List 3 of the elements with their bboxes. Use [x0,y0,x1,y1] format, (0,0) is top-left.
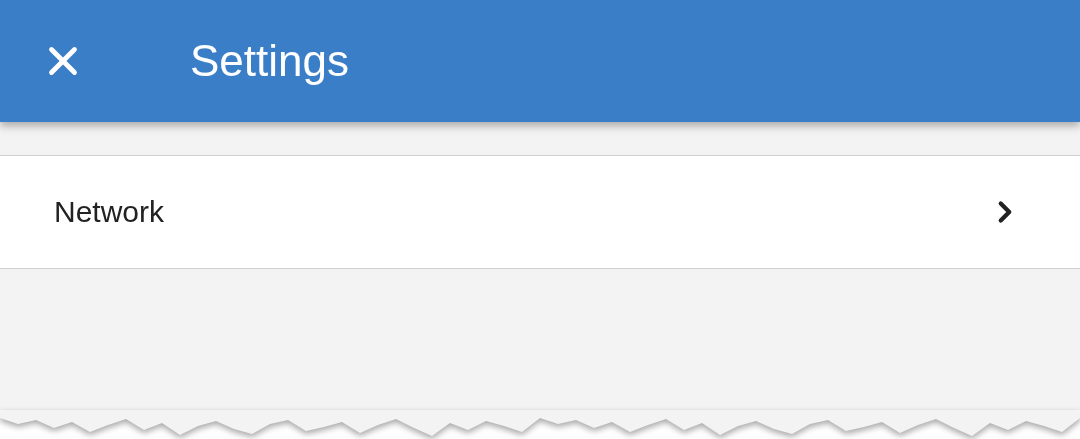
settings-item[interactable]: Network [0,155,1080,269]
page-title: Settings [190,36,349,86]
item-label: Network [54,195,165,229]
